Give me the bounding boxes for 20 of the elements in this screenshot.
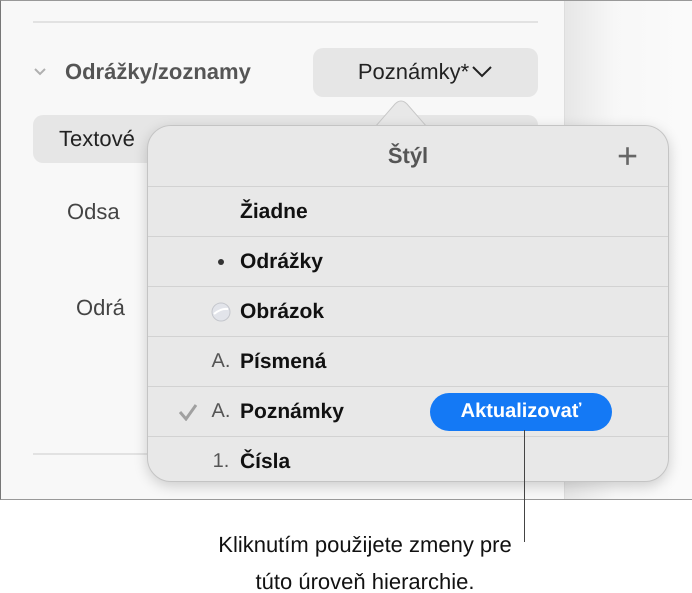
ball-icon	[211, 302, 231, 322]
field-label: Odsa	[67, 199, 121, 226]
section-title: Odrážky/zoznamy	[65, 59, 251, 85]
update-button[interactable]: Aktualizovať	[430, 392, 612, 430]
style-list-item[interactable]: A. Poznámky Aktualizovať	[148, 387, 668, 437]
list-marker: A.	[212, 350, 230, 373]
chevron-down-icon	[471, 65, 494, 79]
add-button[interactable]: +	[616, 138, 638, 174]
style-list-item[interactable]: A. Písmená	[148, 337, 668, 387]
style-list-item[interactable]: 1. Čísla	[148, 437, 668, 481]
style-list-item[interactable]: Obrázok	[148, 287, 668, 337]
list-marker: A.	[212, 400, 230, 423]
popover-title: Štýl	[388, 143, 428, 169]
style-list-item[interactable]: Žiadne	[148, 187, 668, 237]
style-list-item[interactable]: Odrážky	[148, 237, 668, 287]
list-marker: 1.	[212, 450, 230, 473]
field-label: Odrá	[76, 295, 126, 322]
style-popup-button[interactable]: Poznámky*	[313, 48, 538, 96]
callout-text: Kliknutím použijete zmeny pre túto úroveň hierarchie.	[217, 531, 513, 593]
bullet-icon	[218, 258, 224, 264]
